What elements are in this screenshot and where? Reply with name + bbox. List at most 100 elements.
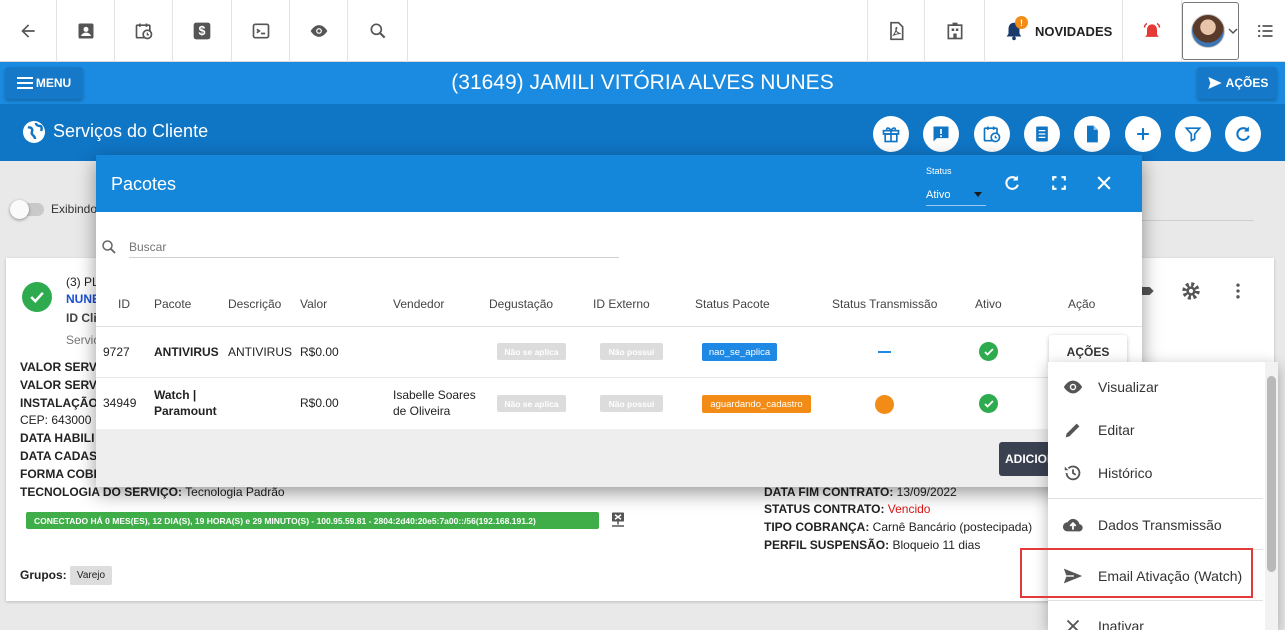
building-button[interactable] bbox=[925, 0, 985, 62]
column-header[interactable]: Vendedor bbox=[393, 297, 444, 311]
gift-button[interactable] bbox=[873, 116, 909, 152]
view-button[interactable] bbox=[290, 0, 348, 62]
status-contrato-label: STATUS CONTRATO: bbox=[764, 502, 885, 516]
search-input[interactable] bbox=[129, 236, 619, 258]
menu-item-inativar[interactable]: Inativar bbox=[1048, 606, 1263, 630]
service-client-link[interactable]: NUNE bbox=[66, 292, 100, 306]
pdf-icon bbox=[890, 21, 904, 41]
cell-descricao: ANTIVIRUS bbox=[228, 345, 293, 359]
tipo-cobranca-value: Carnê Bancário (postecipada) bbox=[872, 520, 1033, 534]
menu-button[interactable]: MENU bbox=[5, 67, 83, 99]
connection-status-pill: CONECTADO HÁ 0 MES(ES), 12 DIA(S), 19 HO… bbox=[26, 512, 599, 529]
search-area bbox=[96, 230, 636, 260]
check-icon bbox=[30, 291, 44, 303]
column-header[interactable]: Status Transmissão bbox=[832, 297, 937, 311]
menu-item-visualizar[interactable]: Visualizar bbox=[1048, 367, 1263, 407]
column-header[interactable]: ID Externo bbox=[593, 297, 650, 311]
column-header[interactable]: Degustação bbox=[489, 297, 553, 311]
close-icon[interactable] bbox=[1094, 173, 1114, 193]
tipo-cobranca: TIPO COBRANÇA: Carnê Bancário (postecipa… bbox=[764, 520, 1032, 534]
data-habilitacao: DATA HABILI bbox=[20, 431, 95, 445]
history-icon bbox=[1064, 465, 1081, 481]
table-row[interactable]: 34949 Watch | Paramount R$0.00 Isabelle … bbox=[96, 378, 1142, 429]
column-header[interactable]: Descrição bbox=[228, 297, 281, 311]
pencil-icon bbox=[1065, 423, 1080, 438]
terminal-button[interactable] bbox=[232, 0, 290, 62]
fullscreen-icon[interactable] bbox=[1049, 173, 1069, 193]
eye-icon bbox=[310, 25, 327, 37]
menu-label: MENU bbox=[35, 76, 72, 90]
client-title: (31649) JAMILI VITÓRIA ALVES NUNES bbox=[451, 71, 834, 94]
terminal-icon bbox=[252, 23, 269, 39]
cell-id: 9727 bbox=[103, 345, 130, 359]
back-button[interactable] bbox=[0, 0, 57, 62]
alarm-button[interactable] bbox=[1123, 0, 1182, 62]
gift-icon bbox=[882, 127, 900, 143]
perfil-label: PERFIL SUSPENSÃO: bbox=[764, 538, 890, 552]
data-fim-value: 13/09/2022 bbox=[896, 485, 957, 499]
status-pacote-chip: aguardando_cadastro bbox=[702, 395, 811, 413]
menu-item-dados-transmissao[interactable]: Dados Transmissão bbox=[1048, 505, 1263, 545]
status-filter-select[interactable]: Ativo bbox=[926, 184, 986, 206]
pdf-button[interactable] bbox=[867, 0, 925, 62]
column-header[interactable]: Ação bbox=[1068, 297, 1095, 311]
gear-icon[interactable] bbox=[1180, 280, 1202, 302]
schedule-button[interactable] bbox=[974, 116, 1010, 152]
close-icon bbox=[1066, 619, 1080, 630]
message-alert-icon bbox=[933, 126, 949, 142]
list-menu-button[interactable] bbox=[1244, 0, 1285, 62]
status-filter-label: Status bbox=[926, 166, 952, 176]
perfil-value: Bloqueio 11 dias bbox=[892, 538, 981, 552]
column-header[interactable]: Ativo bbox=[975, 297, 1002, 311]
svg-text:$: $ bbox=[199, 24, 206, 38]
perfil-suspensao: PERFIL SUSPENSÃO: Bloqueio 11 dias bbox=[764, 538, 980, 552]
menu-separator bbox=[1048, 498, 1263, 499]
menu-item-editar[interactable]: Editar bbox=[1048, 410, 1263, 450]
calendar-button[interactable] bbox=[115, 0, 173, 62]
search-icon bbox=[102, 240, 116, 254]
status-pacote-chip: nao_se_aplica bbox=[702, 343, 777, 361]
top-toolbar: $ ! NOVIDADES bbox=[0, 0, 1285, 62]
document-button[interactable] bbox=[1074, 116, 1110, 152]
active-check bbox=[979, 342, 998, 361]
chevron-down-icon bbox=[1228, 28, 1238, 35]
column-header[interactable]: Pacote bbox=[154, 297, 191, 311]
refresh-icon[interactable] bbox=[1002, 173, 1022, 193]
transmission-status-dot bbox=[875, 395, 894, 414]
column-header[interactable]: Valor bbox=[300, 297, 327, 311]
calendar-clock-icon bbox=[135, 23, 152, 40]
dropdown-scrollbar[interactable] bbox=[1265, 362, 1278, 630]
invoice-icon bbox=[1036, 126, 1048, 142]
finance-button[interactable]: $ bbox=[173, 0, 232, 62]
table-row[interactable]: 9727 ANTIVIRUS ANTIVIRUS R$0.00 Não se a… bbox=[96, 327, 1142, 378]
refresh-icon bbox=[1236, 126, 1250, 141]
data-fim-label: DATA FIM CONTRATO: bbox=[764, 485, 894, 499]
add-service-button[interactable] bbox=[1125, 116, 1161, 152]
message-alert-button[interactable] bbox=[923, 116, 959, 152]
disconnect-icon[interactable] bbox=[609, 511, 627, 529]
filter-icon bbox=[1184, 127, 1202, 143]
divider bbox=[1140, 220, 1254, 221]
novidades-button[interactable]: ! NOVIDADES bbox=[985, 0, 1123, 62]
filter-button[interactable] bbox=[1175, 116, 1211, 152]
contact-card-button[interactable] bbox=[57, 0, 115, 62]
user-avatar-button[interactable] bbox=[1182, 2, 1239, 60]
more-vertical-icon[interactable] bbox=[1228, 281, 1248, 301]
acoes-top-button[interactable]: AÇÕES bbox=[1197, 67, 1277, 99]
column-header[interactable]: Status Pacote bbox=[695, 297, 770, 311]
scrollbar-thumb[interactable] bbox=[1267, 376, 1276, 572]
menu-item-historico[interactable]: Histórico bbox=[1048, 453, 1263, 493]
cloud-upload-icon bbox=[1062, 518, 1083, 532]
column-header[interactable]: ID bbox=[118, 297, 130, 311]
cell-valor: R$0.00 bbox=[300, 345, 339, 359]
search-button[interactable] bbox=[348, 0, 408, 62]
refresh-button[interactable] bbox=[1225, 116, 1261, 152]
data-cadastro: DATA CADAST bbox=[20, 449, 105, 463]
plus-icon bbox=[1137, 128, 1149, 140]
cell-valor: R$0.00 bbox=[300, 396, 339, 410]
acoes-top-label: AÇÕES bbox=[1225, 76, 1269, 90]
invoice-button[interactable] bbox=[1024, 116, 1060, 152]
tipo-cobranca-label: TIPO COBRANÇA: bbox=[764, 520, 870, 534]
contact-card-icon bbox=[78, 23, 93, 39]
exibindo-toggle[interactable] bbox=[10, 200, 44, 219]
